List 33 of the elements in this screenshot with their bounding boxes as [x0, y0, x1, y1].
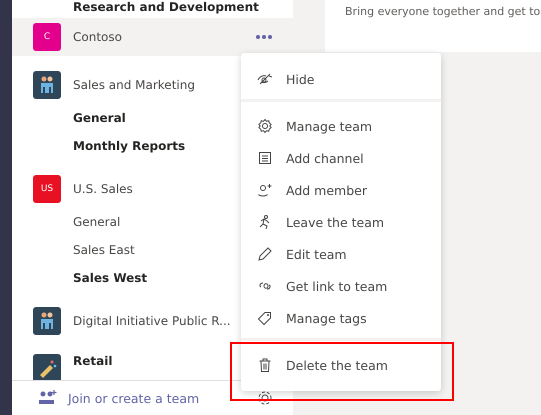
team-picture-icon: [33, 71, 61, 99]
menu-item[interactable]: Leave the team: [241, 206, 441, 238]
team-name: Retail: [73, 354, 112, 368]
team-name: Contoso: [73, 30, 122, 44]
pencil-icon: [257, 246, 273, 262]
team-picture-icon: [33, 354, 61, 380]
menu-item[interactable]: Add channel: [241, 142, 441, 174]
intro-text: Bring everyone together and get to: [345, 5, 540, 18]
team-name: Digital Initiative Public R...: [73, 314, 231, 328]
team-row[interactable]: C Contoso: [12, 18, 293, 56]
menu-item[interactable]: Get link to team: [241, 270, 441, 302]
hide-icon: [257, 71, 273, 87]
settings-icon[interactable]: [257, 390, 273, 406]
settings-icon: [257, 118, 273, 134]
menu-item[interactable]: Edit team: [241, 238, 441, 270]
people-add-icon: [38, 390, 58, 406]
team-picture-icon: [33, 307, 61, 335]
tag-icon: [257, 310, 273, 326]
add-person-icon: [257, 182, 273, 198]
team-name: Sales and Marketing: [73, 78, 195, 92]
menu-item[interactable]: Manage tags: [241, 302, 441, 334]
menu-item[interactable]: Delete the team: [241, 349, 441, 381]
team-name: U.S. Sales: [73, 182, 133, 196]
team-avatar: US: [33, 175, 61, 203]
team-name[interactable]: Research and Development: [12, 0, 293, 18]
menu-item[interactable]: Add member: [241, 174, 441, 206]
menu-item[interactable]: Hide: [241, 63, 441, 95]
trash-icon: [257, 357, 273, 373]
join-team-link[interactable]: Join or create a team: [68, 390, 247, 406]
team-avatar: C: [33, 23, 61, 51]
more-options-icon[interactable]: [255, 34, 273, 40]
menu-item[interactable]: Manage team: [241, 110, 441, 142]
channel-icon: [257, 150, 273, 166]
